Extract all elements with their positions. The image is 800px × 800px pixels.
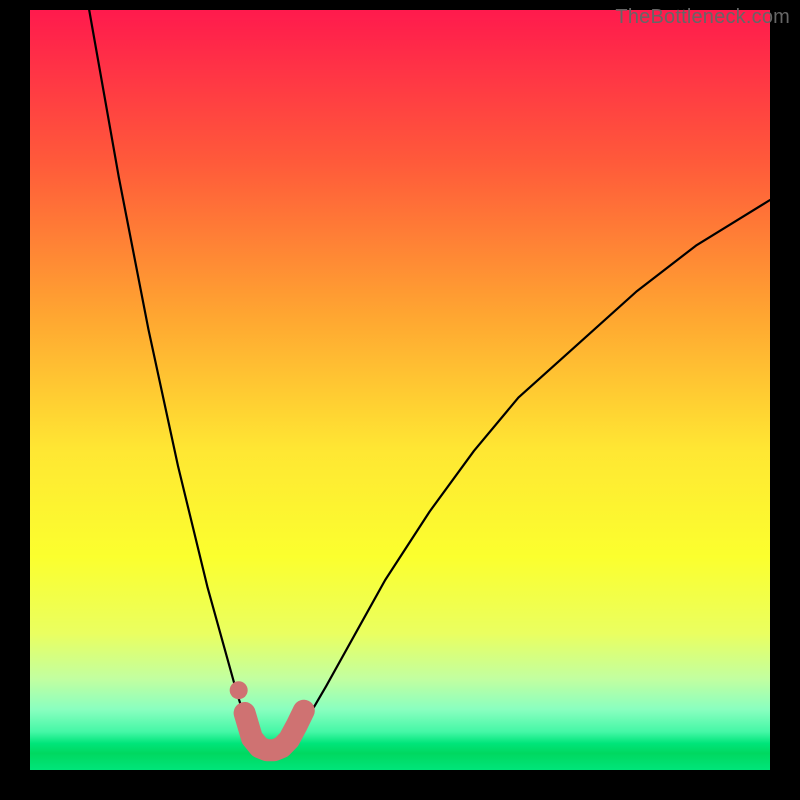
plot-svg <box>30 10 770 770</box>
bottleneck-curve <box>89 10 770 753</box>
watermark-text: TheBottleneck.com <box>615 6 790 29</box>
marker-dot <box>230 681 248 699</box>
marker-band <box>245 711 304 751</box>
